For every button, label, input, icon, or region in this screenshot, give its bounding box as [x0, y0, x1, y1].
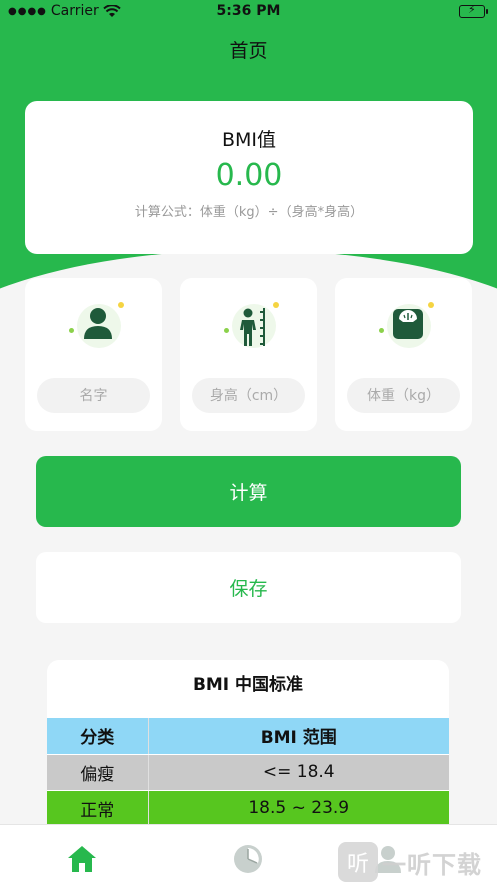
tab-home[interactable]	[66, 843, 98, 875]
battery-icon: ⚡	[459, 3, 488, 18]
row-category: 正常	[47, 790, 149, 827]
watermark-text: 一听下载	[382, 850, 482, 879]
row-category: 偏瘦	[47, 754, 149, 791]
header-range: BMI 范围	[148, 718, 449, 755]
home-icon	[68, 846, 96, 872]
status-bar: ●●●● Carrier 5:36 PM ⚡	[0, 0, 497, 24]
height-input[interactable]	[192, 378, 305, 413]
bmi-result-card: BMI值 0.00 计算公式：体重（kg）÷（身高*身高）	[25, 101, 473, 254]
bmi-value: 0.00	[215, 158, 283, 193]
watermark-logo: 听	[338, 842, 378, 882]
name-input-card	[25, 278, 162, 431]
bmi-label: BMI值	[221, 129, 277, 151]
table-row: 偏瘦 <= 18.4	[47, 754, 449, 791]
page-title: 首页	[229, 40, 268, 62]
pie-chart-icon	[234, 845, 262, 873]
status-time: 5:36 PM	[216, 3, 281, 19]
bmi-standard-card: BMI 中国标准 分类 BMI 范围 偏瘦 <= 18.4 正常 18.5 ~ …	[47, 660, 449, 840]
table-header-row: 分类 BMI 范围	[47, 718, 449, 755]
row-range: 18.5 ~ 23.9	[148, 790, 449, 827]
weight-input-card	[335, 278, 472, 431]
weight-input[interactable]	[347, 378, 460, 413]
name-input[interactable]	[37, 378, 150, 413]
tab-statistics[interactable]	[232, 843, 264, 875]
table-row: 正常 18.5 ~ 23.9	[47, 790, 449, 827]
height-input-card	[180, 278, 317, 431]
calculate-button[interactable]: 计算	[36, 456, 461, 527]
header-category: 分类	[47, 718, 149, 755]
scale-icon	[373, 298, 434, 358]
bmi-standard-table: 分类 BMI 范围 偏瘦 <= 18.4 正常 18.5 ~ 23.9	[47, 718, 449, 827]
save-button[interactable]: 保存	[36, 552, 461, 623]
standard-title: BMI 中国标准	[192, 675, 304, 695]
watermark: 听 一听下载	[338, 840, 497, 883]
person-icon	[63, 298, 124, 358]
bmi-formula: 计算公式：体重（kg）÷（身高*身高）	[134, 205, 364, 220]
height-measure-icon	[218, 298, 279, 358]
row-range: <= 18.4	[148, 754, 449, 791]
